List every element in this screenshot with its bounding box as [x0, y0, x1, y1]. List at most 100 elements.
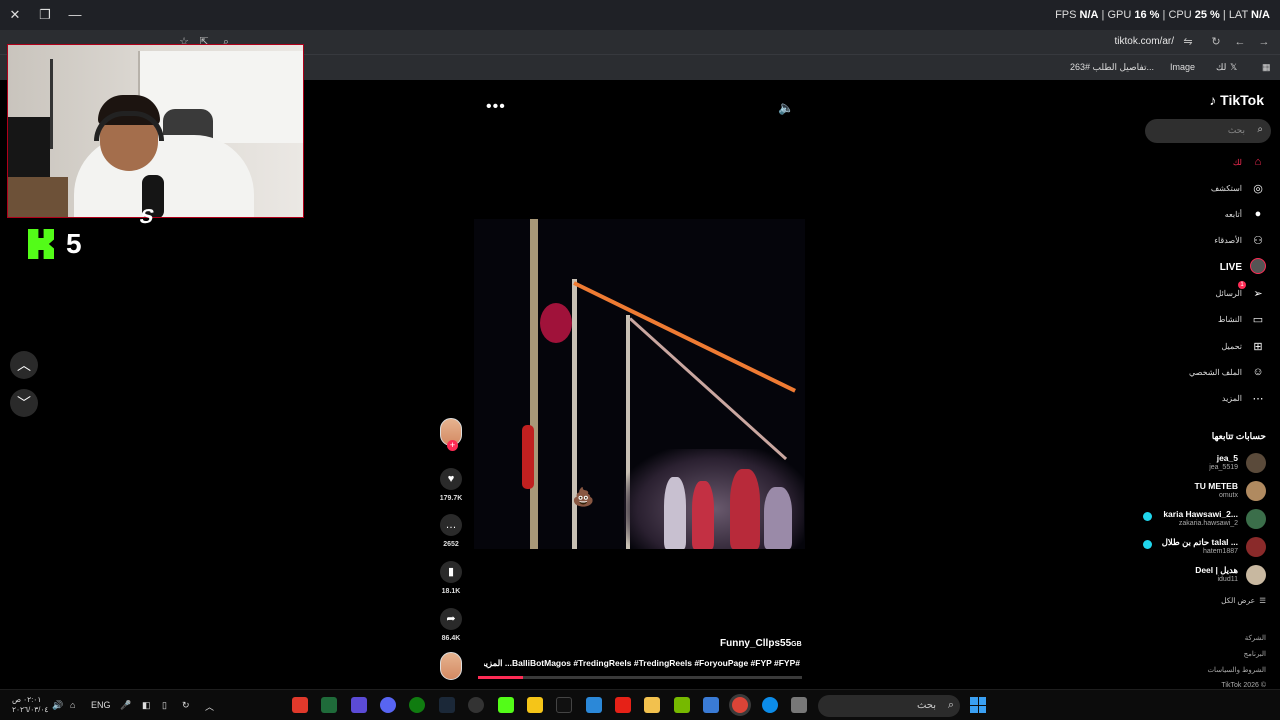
file-explorer-icon[interactable] [644, 697, 660, 713]
photos-icon[interactable] [703, 697, 719, 713]
save-button[interactable]: ▮ 18.1K [434, 561, 468, 595]
fps-label: FPS [1055, 9, 1077, 21]
author-suffix: GB [791, 641, 802, 648]
share-button[interactable]: ➦ 86.4K [434, 608, 468, 642]
bookmark-item[interactable]: لك [1216, 62, 1226, 73]
footer-link[interactable]: الشروط والسياسات [1207, 666, 1266, 674]
sidebar-item-label: المزيد [1221, 393, 1242, 403]
sidebar-item[interactable]: ● أتابعه [1225, 204, 1266, 224]
sidebar-item[interactable]: ➢ الرسائل 1 [1216, 281, 1267, 303]
language-indicator[interactable]: ENG [91, 700, 111, 710]
following-account[interactable]: jea_5 jea_5519 [1136, 451, 1266, 475]
more-options-icon[interactable]: ••• [486, 98, 506, 116]
forward-icon[interactable]: → [1256, 34, 1272, 50]
avatar [1246, 565, 1266, 585]
comment-button[interactable]: … 2652 [434, 514, 468, 548]
x-icon[interactable]: 𝕏 [1230, 62, 1237, 73]
discord-icon[interactable] [380, 697, 396, 713]
video-caption[interactable]: #BalliBotMagos #TredingReels #TredingRee… [484, 658, 800, 669]
edge-icon[interactable] [762, 697, 778, 713]
rockstar-icon[interactable] [527, 697, 543, 713]
sidebar-item[interactable]: ⊞ تحميل [1222, 336, 1267, 356]
home-icon: ⌂ [1254, 156, 1262, 168]
terminal-icon[interactable] [556, 697, 572, 713]
nvidia-icon[interactable] [674, 697, 690, 713]
speaker-icon[interactable]: 🔊 [52, 700, 63, 711]
taskbar-search[interactable]: بحث ⌕ [818, 695, 960, 717]
store-icon[interactable] [586, 697, 602, 713]
comment-count: 2652 [443, 541, 459, 548]
sound-avatar[interactable] [440, 652, 462, 680]
tray-app-icon[interactable]: ◧ [142, 700, 151, 711]
search-icon[interactable]: ⌕ [1257, 124, 1263, 135]
cpu-value: 25 % [1194, 9, 1220, 21]
webcam-lamp [50, 59, 53, 149]
chrome-icon[interactable] [732, 697, 748, 713]
url-field[interactable]: tiktok.com/ar/ [1115, 36, 1174, 47]
following-account[interactable]: karia Hawsawi_2... zakaria.hawsawi_2 [1136, 507, 1266, 531]
video-actions: + ♥ 179.7K … 2652 ▮ 18.1K ➦ 86.4K [434, 418, 468, 680]
previous-video-button[interactable]: ︿ [10, 351, 38, 379]
following-account[interactable]: TU METEB omutx [1136, 479, 1266, 503]
usb-icon[interactable]: ▯ [162, 700, 167, 711]
clock[interactable]: ٠٢:٠١ ص ٢٠٢٦/٠٣/٠٤ [12, 695, 48, 715]
clock-date: ٢٠٢٦/٠٣/٠٤ [12, 705, 49, 714]
sidebar-item[interactable]: ⋯ المزيد [1222, 388, 1266, 408]
obs-icon[interactable] [468, 697, 484, 713]
footer-link[interactable]: الشركة [1245, 634, 1266, 642]
see-all-link[interactable]: عرض الكل ☰ [1221, 596, 1266, 605]
reload-icon[interactable]: ↻ [1208, 34, 1224, 50]
author-avatar[interactable]: + [440, 418, 462, 451]
like-button[interactable]: ♥ 179.7K [434, 468, 468, 502]
sidebar-item-label: الأصدقاء [1214, 235, 1242, 245]
excel-icon[interactable] [321, 697, 337, 713]
sidebar-item[interactable]: ☺ الملف الشخصي [1189, 362, 1266, 382]
minimize-window-icon[interactable]: — [66, 6, 84, 24]
bookmark-item[interactable]: Image [1170, 62, 1195, 72]
youtube-icon[interactable] [615, 697, 631, 713]
apps-icon[interactable]: ▦ [1262, 62, 1271, 73]
video-author[interactable]: Funny_Cllps55GB [720, 638, 802, 649]
xbox-icon[interactable] [409, 697, 425, 713]
video-progress-bar[interactable] [478, 676, 802, 679]
sidebar-item-label: لك [1232, 157, 1242, 167]
network-icon[interactable]: ⌂ [70, 700, 75, 710]
search-input[interactable]: بحث ⌕ [1145, 119, 1271, 143]
sidebar-item[interactable]: ⌂ لك [1233, 152, 1266, 172]
sidebar-item[interactable]: LIVE [1220, 257, 1266, 277]
sidebar-item[interactable]: ◎ استكشف [1211, 178, 1266, 198]
account-handle: idud11 [1217, 576, 1238, 583]
video-object [522, 425, 534, 489]
sidebar-item[interactable]: ▭ النشاط [1218, 309, 1266, 329]
follow-plus-icon[interactable]: + [447, 440, 458, 451]
sync-icon[interactable]: ↻ [182, 700, 190, 711]
windows-start-icon[interactable] [970, 697, 986, 713]
close-window-icon[interactable]: ✕ [6, 6, 24, 24]
taskview-icon[interactable] [791, 697, 807, 713]
brave-icon[interactable] [292, 697, 308, 713]
grid-app-icon[interactable] [351, 697, 367, 713]
restore-window-icon[interactable]: ❐ [36, 6, 54, 24]
following-account[interactable]: Deel | هديل idud11 [1136, 563, 1266, 587]
bookmark-item[interactable]: تفاصيل الطلب #263... [1070, 62, 1154, 73]
avatar [1246, 537, 1266, 557]
mic-icon[interactable]: 🎤 [120, 700, 131, 711]
share-count: 86.4K [441, 635, 461, 642]
steam-icon[interactable] [439, 697, 455, 713]
next-video-button[interactable]: ﹀ [10, 389, 38, 417]
tray-chevron-icon[interactable]: ︿ [205, 700, 214, 713]
screen: ✕ ❐ — FPS N/A | GPU 16 % | CPU 25 % | LA… [0, 0, 1280, 720]
volume-icon[interactable]: 🔈 [778, 100, 794, 116]
lat-value: N/A [1251, 9, 1270, 21]
video-player[interactable]: 💩 [474, 219, 805, 549]
footer-link[interactable]: البرنامج [1244, 650, 1266, 658]
tune-icon[interactable]: ⇋ [1180, 34, 1196, 50]
back-icon[interactable]: ← [1232, 34, 1248, 50]
sidebar-item[interactable]: ⚇ الأصدقاء [1214, 230, 1266, 250]
following-account[interactable]: حاتم بن طلال talal ... hatem1887 [1136, 535, 1266, 559]
video-wire [573, 281, 796, 393]
poop-emoji-icon: 💩 [572, 487, 595, 507]
kick-app-icon[interactable] [498, 697, 514, 713]
tiktok-logo[interactable]: ♪ TikTok [1209, 92, 1264, 108]
sidebar-item-label: الملف الشخصي [1188, 367, 1242, 377]
